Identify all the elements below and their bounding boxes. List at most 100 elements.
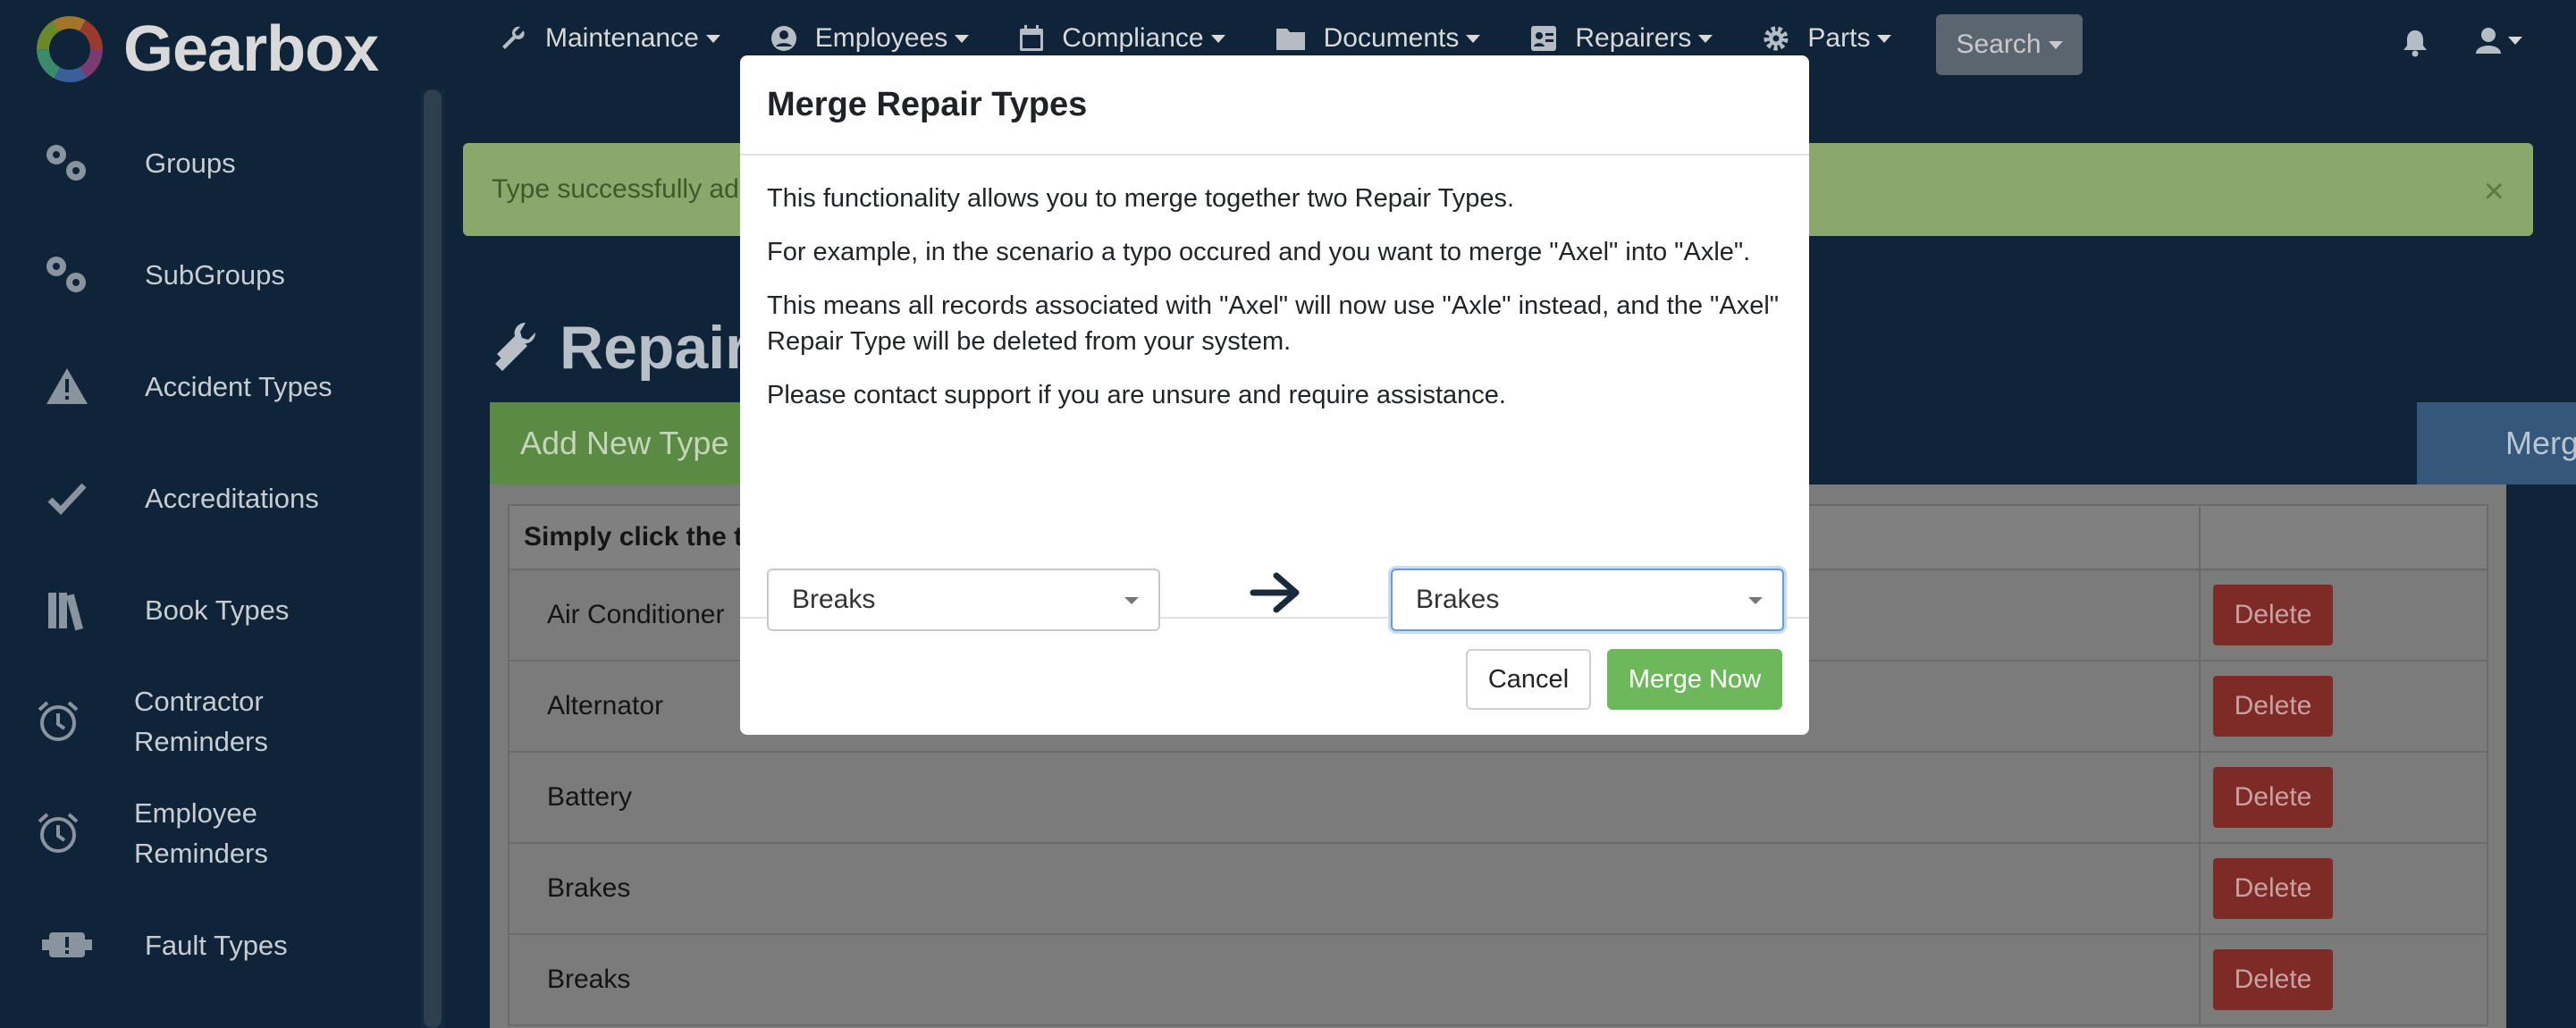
- repair-type-name[interactable]: Battery: [547, 782, 632, 813]
- nav-label: Parts: [1807, 23, 1871, 53]
- sidebar-item-book-types[interactable]: Book Types: [0, 556, 420, 663]
- sidebar-item-label: Accident Types: [145, 370, 333, 402]
- main-nav: Maintenance Employees Compliance Documen…: [501, 23, 1941, 54]
- chevron-down-icon: [955, 34, 970, 43]
- merge-now-button[interactable]: Merge Now: [1607, 649, 1782, 710]
- brand-name: Gearbox: [123, 13, 379, 85]
- sidebar-item-contractor-reminders[interactable]: Contractor Reminders: [0, 668, 420, 775]
- merge-tab-button[interactable]: Merge: [2417, 402, 2576, 485]
- delete-button[interactable]: Delete: [2213, 676, 2333, 737]
- label-line-1: Employee: [134, 797, 257, 829]
- sidebar-item-subgroups[interactable]: SubGroups: [0, 221, 420, 328]
- alarm-clock-icon: [27, 690, 89, 753]
- nav-documents[interactable]: Documents: [1275, 23, 1481, 54]
- user-icon: [2476, 28, 2501, 54]
- nav-maintenance[interactable]: Maintenance: [501, 23, 720, 54]
- tools-icon: [495, 323, 535, 371]
- chevron-down-icon: [1210, 34, 1225, 43]
- sidebar-item-groups[interactable]: Groups: [0, 109, 420, 216]
- search-button[interactable]: Search: [1936, 14, 2083, 75]
- table-row[interactable]: Battery Delete: [508, 753, 2488, 844]
- nav-employees[interactable]: Employees: [770, 23, 970, 54]
- merge-tab-label: Merge: [2504, 425, 2576, 461]
- nav-label: Compliance: [1062, 23, 1204, 53]
- delete-button[interactable]: Delete: [2213, 767, 2333, 828]
- column-divider: [2199, 570, 2201, 660]
- nav-repairers[interactable]: Repairers: [1530, 23, 1713, 54]
- nav-label: Employees: [814, 23, 948, 53]
- user-menu[interactable]: [2476, 27, 2522, 54]
- nav-parts[interactable]: Parts: [1763, 23, 1892, 54]
- chevron-down-icon: [1748, 597, 1763, 604]
- check-icon: [36, 467, 98, 529]
- chevron-down-icon: [705, 34, 720, 43]
- wrench-icon: [502, 26, 525, 49]
- table-row[interactable]: Breaks Delete: [508, 935, 2488, 1026]
- warning-icon: [36, 355, 98, 417]
- table-row[interactable]: Brakes Delete: [508, 844, 2488, 935]
- column-divider: [2199, 844, 2201, 933]
- search-label: Search: [1956, 29, 2041, 59]
- alert-text: Type successfully adde: [492, 174, 770, 204]
- notifications-bell-icon[interactable]: [2403, 29, 2428, 62]
- merge-from-value: Breaks: [792, 585, 876, 614]
- calendar-icon: [1020, 25, 1044, 51]
- user-circle-icon: [770, 26, 796, 51]
- sidebar-item-label: Groups: [145, 147, 236, 179]
- sidebar-item-label: SubGroups: [145, 258, 285, 291]
- alarm-clock-icon: [27, 802, 89, 864]
- sidebar-item-label: Accreditations: [145, 482, 319, 514]
- chevron-down-icon: [1698, 34, 1713, 43]
- column-divider: [2199, 935, 2201, 1024]
- repair-type-name[interactable]: Brakes: [547, 873, 630, 904]
- sidebar: Groups SubGroups Accident Types Accredit…: [0, 89, 420, 1028]
- gears-icon: [36, 131, 98, 194]
- chevron-down-icon: [1124, 597, 1139, 604]
- repair-type-name[interactable]: Breaks: [547, 965, 630, 995]
- books-icon: [36, 578, 98, 641]
- delete-button[interactable]: Delete: [2213, 949, 2333, 1010]
- sidebar-item-label: Employee Reminders: [134, 793, 268, 873]
- table-header-text: Simply click the ty: [524, 522, 758, 552]
- modal-paragraph: Please contact support if you are unsure…: [767, 381, 1506, 409]
- cancel-button[interactable]: Cancel: [1466, 649, 1591, 710]
- modal-paragraph: This means all records associated with "…: [767, 291, 1780, 356]
- arrow-right-icon: [1250, 570, 1303, 619]
- engine-warning-icon: [36, 914, 98, 976]
- nav-label: Documents: [1323, 23, 1460, 53]
- repair-type-name[interactable]: Alternator: [547, 691, 663, 721]
- merge-into-value: Brakes: [1416, 585, 1500, 614]
- sidebar-item-label: Book Types: [145, 594, 290, 626]
- nav-label: Maintenance: [545, 23, 699, 53]
- label-line-2: Reminders: [134, 726, 268, 757]
- chevron-down-icon: [1877, 34, 1892, 43]
- sidebar-scrollbar-thumb[interactable]: [424, 89, 442, 1028]
- chevron-down-icon: [2048, 40, 2063, 49]
- chevron-down-icon: [1466, 34, 1481, 43]
- nav-compliance[interactable]: Compliance: [1019, 23, 1225, 54]
- modal-paragraph: For example, in the scenario a typo occu…: [767, 238, 1751, 266]
- sidebar-item-accreditations[interactable]: Accreditations: [0, 444, 420, 552]
- column-divider: [2199, 753, 2201, 842]
- sidebar-item-employee-reminders[interactable]: Employee Reminders: [0, 779, 420, 887]
- repair-type-name[interactable]: Air Conditioner: [547, 600, 724, 630]
- modal-footer: Cancel Merge Now: [740, 620, 1809, 735]
- gears-icon: [36, 243, 98, 306]
- sidebar-item-label: Contractor Reminders: [134, 681, 268, 762]
- delete-button[interactable]: Delete: [2213, 858, 2333, 919]
- add-new-type-label: Add New Type: [520, 425, 729, 461]
- nav-label: Repairers: [1575, 23, 1692, 53]
- column-divider: [2199, 506, 2201, 569]
- chevron-down-icon: [2508, 36, 2522, 45]
- sidebar-item-fault-types[interactable]: Fault Types: [0, 891, 420, 999]
- close-icon[interactable]: ×: [2484, 172, 2504, 212]
- brand-logo[interactable]: Gearbox: [34, 13, 379, 86]
- delete-button[interactable]: Delete: [2213, 585, 2333, 645]
- merge-repair-types-modal: Merge Repair Types This functionality al…: [740, 55, 1809, 735]
- modal-paragraph: This functionality allows you to merge t…: [767, 184, 1515, 213]
- sidebar-item-label: Fault Types: [145, 929, 288, 961]
- gear-icon: [1764, 26, 1789, 51]
- sidebar-item-accident-types[interactable]: Accident Types: [0, 333, 420, 440]
- column-divider: [2199, 661, 2201, 751]
- modal-title: Merge Repair Types: [767, 85, 1088, 123]
